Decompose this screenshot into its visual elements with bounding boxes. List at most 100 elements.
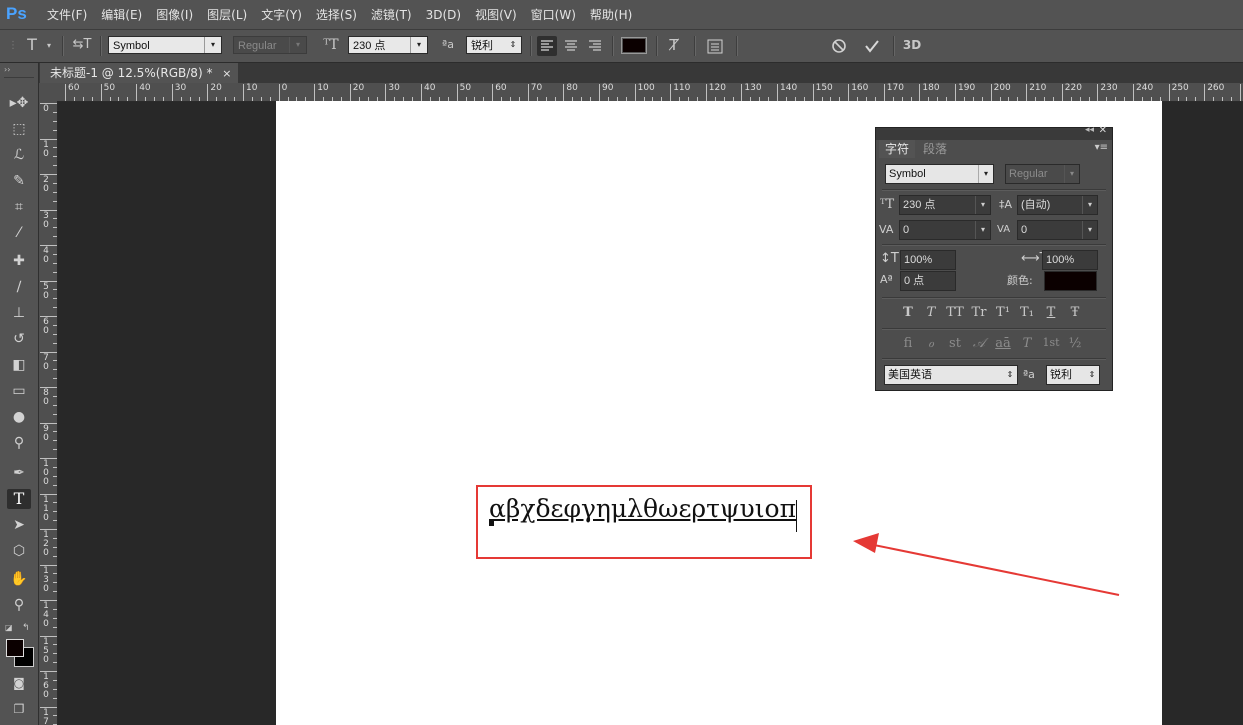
commit-edit-button[interactable] <box>861 36 883 56</box>
fractions-button[interactable]: ½ <box>1064 336 1086 351</box>
font-style-select[interactable]: Regular ▾ <box>233 36 307 54</box>
vertical-ruler[interactable]: 0 10 20 30 40 50 60 70 80 90 100 110 120 130 140 150 160… <box>39 101 58 725</box>
foreground-color-swatch[interactable] <box>6 639 24 657</box>
font-family-select[interactable]: Symbol ▾ <box>108 36 222 54</box>
menu-help[interactable]: 帮助(H) <box>590 6 632 23</box>
underline-button[interactable]: T <box>1040 305 1062 320</box>
ruler-minor-tick <box>53 449 57 451</box>
leading-select[interactable]: (自动) ▾ <box>1017 195 1098 215</box>
blur-tool-icon[interactable]: ● <box>7 407 31 427</box>
healing-brush-tool-icon[interactable]: ✚ <box>7 251 31 271</box>
collapse-panel-icon[interactable]: ◂◂ <box>1085 125 1094 135</box>
eraser-tool-icon[interactable]: ◧ <box>7 355 31 375</box>
brush-tool-icon[interactable]: ∕ <box>7 277 31 297</box>
pen-tool-icon[interactable]: ✒ <box>7 463 31 483</box>
titling-alternates-button[interactable]: T <box>1016 336 1038 351</box>
tab-paragraph[interactable]: 段落 <box>917 140 953 158</box>
menu-file[interactable]: 文件(F) <box>47 6 87 23</box>
document-tab[interactable]: 未标题-1 @ 12.5%(RGB/8) * × <box>40 63 238 83</box>
align-right-button[interactable] <box>585 36 605 56</box>
crop-tool-icon[interactable]: ⌗ <box>7 197 31 217</box>
ruler-major-tick <box>456 84 458 101</box>
superscript-button[interactable]: T¹ <box>992 305 1014 320</box>
ruler-minor-tick <box>53 236 57 238</box>
faux-italic-button[interactable]: T <box>920 305 942 320</box>
vertical-scale-input[interactable]: 100% <box>900 250 956 270</box>
tracking-select[interactable]: 0 ▾ <box>1017 220 1098 240</box>
move-tool-icon[interactable]: ▸✥ <box>7 93 31 113</box>
warp-text-icon[interactable]: Ⱦ <box>664 36 684 54</box>
lasso-tool-icon[interactable]: ℒ <box>7 145 31 165</box>
quick-selection-tool-icon[interactable]: ✎ <box>7 171 31 191</box>
close-icon[interactable]: ✕ <box>1099 125 1107 136</box>
menu-window[interactable]: 窗口(W) <box>531 6 576 23</box>
font-size-value: 230 点 <box>353 40 386 52</box>
cancel-edit-button[interactable] <box>828 36 850 56</box>
ligatures-button[interactable]: ﬁ <box>897 336 919 351</box>
text-color-swatch[interactable] <box>621 37 647 54</box>
ordinals-button[interactable]: 1st <box>1040 336 1062 349</box>
toggle-text-orientation-icon[interactable]: ⇆T <box>70 36 94 54</box>
panel-font-family-select[interactable]: Symbol ▾ <box>885 164 994 184</box>
align-left-button[interactable] <box>537 36 557 56</box>
antialias-select[interactable]: 锐利 ⇕ <box>466 36 522 54</box>
hand-tool-icon[interactable]: ✋ <box>7 569 31 589</box>
discretionary-ligatures-button[interactable]: ℴ <box>920 336 942 351</box>
collapse-toolbox-icon[interactable]: ›› <box>4 65 10 74</box>
ruler-minor-tick <box>53 688 57 690</box>
stylistic-alternates-button[interactable]: aā <box>992 336 1014 351</box>
menu-edit[interactable]: 编辑(E) <box>101 6 142 23</box>
font-size-select[interactable]: 230 点 ▾ <box>348 36 428 54</box>
menu-layer[interactable]: 图层(L) <box>207 6 247 23</box>
clone-stamp-tool-icon[interactable]: ⊥ <box>7 303 31 323</box>
default-colors-icon[interactable]: ◪ <box>5 623 13 632</box>
create-3d-button[interactable]: 3D <box>900 36 924 54</box>
panel-antialias-select[interactable]: 锐利 ⇕ <box>1046 365 1100 385</box>
type-tool-icon[interactable]: T <box>7 489 31 509</box>
ruler-major-tick <box>278 84 280 101</box>
toggle-character-panel-button[interactable] <box>704 36 726 56</box>
strikethrough-button[interactable]: Ŧ <box>1064 305 1086 320</box>
menu-type[interactable]: 文字(Y) <box>261 6 302 23</box>
contextual-alternates-button[interactable]: st <box>944 336 966 351</box>
quick-mask-icon[interactable]: ◙ <box>7 673 31 693</box>
panel-color-swatch[interactable] <box>1044 271 1097 291</box>
panel-font-family-value: Symbol <box>889 168 926 180</box>
swash-button[interactable]: 𝒜 <box>968 336 990 351</box>
eyedropper-tool-icon[interactable]: ⁄ <box>7 223 31 243</box>
faux-bold-button[interactable]: T <box>897 305 919 320</box>
separator <box>736 36 738 56</box>
panel-font-style-select[interactable]: Regular ▾ <box>1005 164 1080 184</box>
panel-menu-icon[interactable]: ▾≡ <box>1095 142 1108 153</box>
gradient-tool-icon[interactable]: ▭ <box>7 381 31 401</box>
separator <box>62 36 64 56</box>
panel-font-size-select[interactable]: 230 点 ▾ <box>899 195 991 215</box>
menu-view[interactable]: 视图(V) <box>475 6 517 23</box>
horizontal-ruler[interactable]: 60 50 40 30 20 10 0 10 20 30 40 50 60 70 80 90 100 110 120… <box>57 83 1243 102</box>
align-center-button[interactable] <box>561 36 581 56</box>
ruler-major-tick <box>883 84 885 101</box>
menu-filter[interactable]: 滤镜(T) <box>371 6 412 23</box>
subscript-button[interactable]: T₁ <box>1016 305 1038 320</box>
tab-character[interactable]: 字符 <box>879 140 916 158</box>
menu-image[interactable]: 图像(I) <box>156 6 193 23</box>
chevron-down-icon[interactable]: ▾ <box>44 37 54 55</box>
close-icon[interactable]: × <box>222 67 231 80</box>
history-brush-tool-icon[interactable]: ↺ <box>7 329 31 349</box>
menu-select[interactable]: 选择(S) <box>316 6 357 23</box>
small-caps-button[interactable]: Tr <box>968 305 990 320</box>
menu-3d[interactable]: 3D(D) <box>426 8 461 22</box>
kerning-select[interactable]: 0 ▾ <box>899 220 991 240</box>
baseline-shift-input[interactable]: 0 点 <box>900 271 956 291</box>
screen-mode-icon[interactable]: ❐ <box>7 699 31 719</box>
all-caps-button[interactable]: TT <box>944 305 966 320</box>
swap-colors-icon[interactable]: ↰ <box>22 623 30 633</box>
horizontal-scale-input[interactable]: 100% <box>1042 250 1098 270</box>
zoom-tool-icon[interactable]: ⚲ <box>7 595 31 615</box>
dodge-tool-icon[interactable]: ⚲ <box>7 433 31 453</box>
type-tool-preset-icon[interactable]: T <box>22 36 42 54</box>
language-select[interactable]: 美国英语 ⇕ <box>884 365 1018 385</box>
shape-tool-icon[interactable]: ⬡ <box>7 541 31 561</box>
marquee-tool-icon[interactable]: ⬚ <box>7 119 31 139</box>
path-selection-tool-icon[interactable]: ➤ <box>7 515 31 535</box>
